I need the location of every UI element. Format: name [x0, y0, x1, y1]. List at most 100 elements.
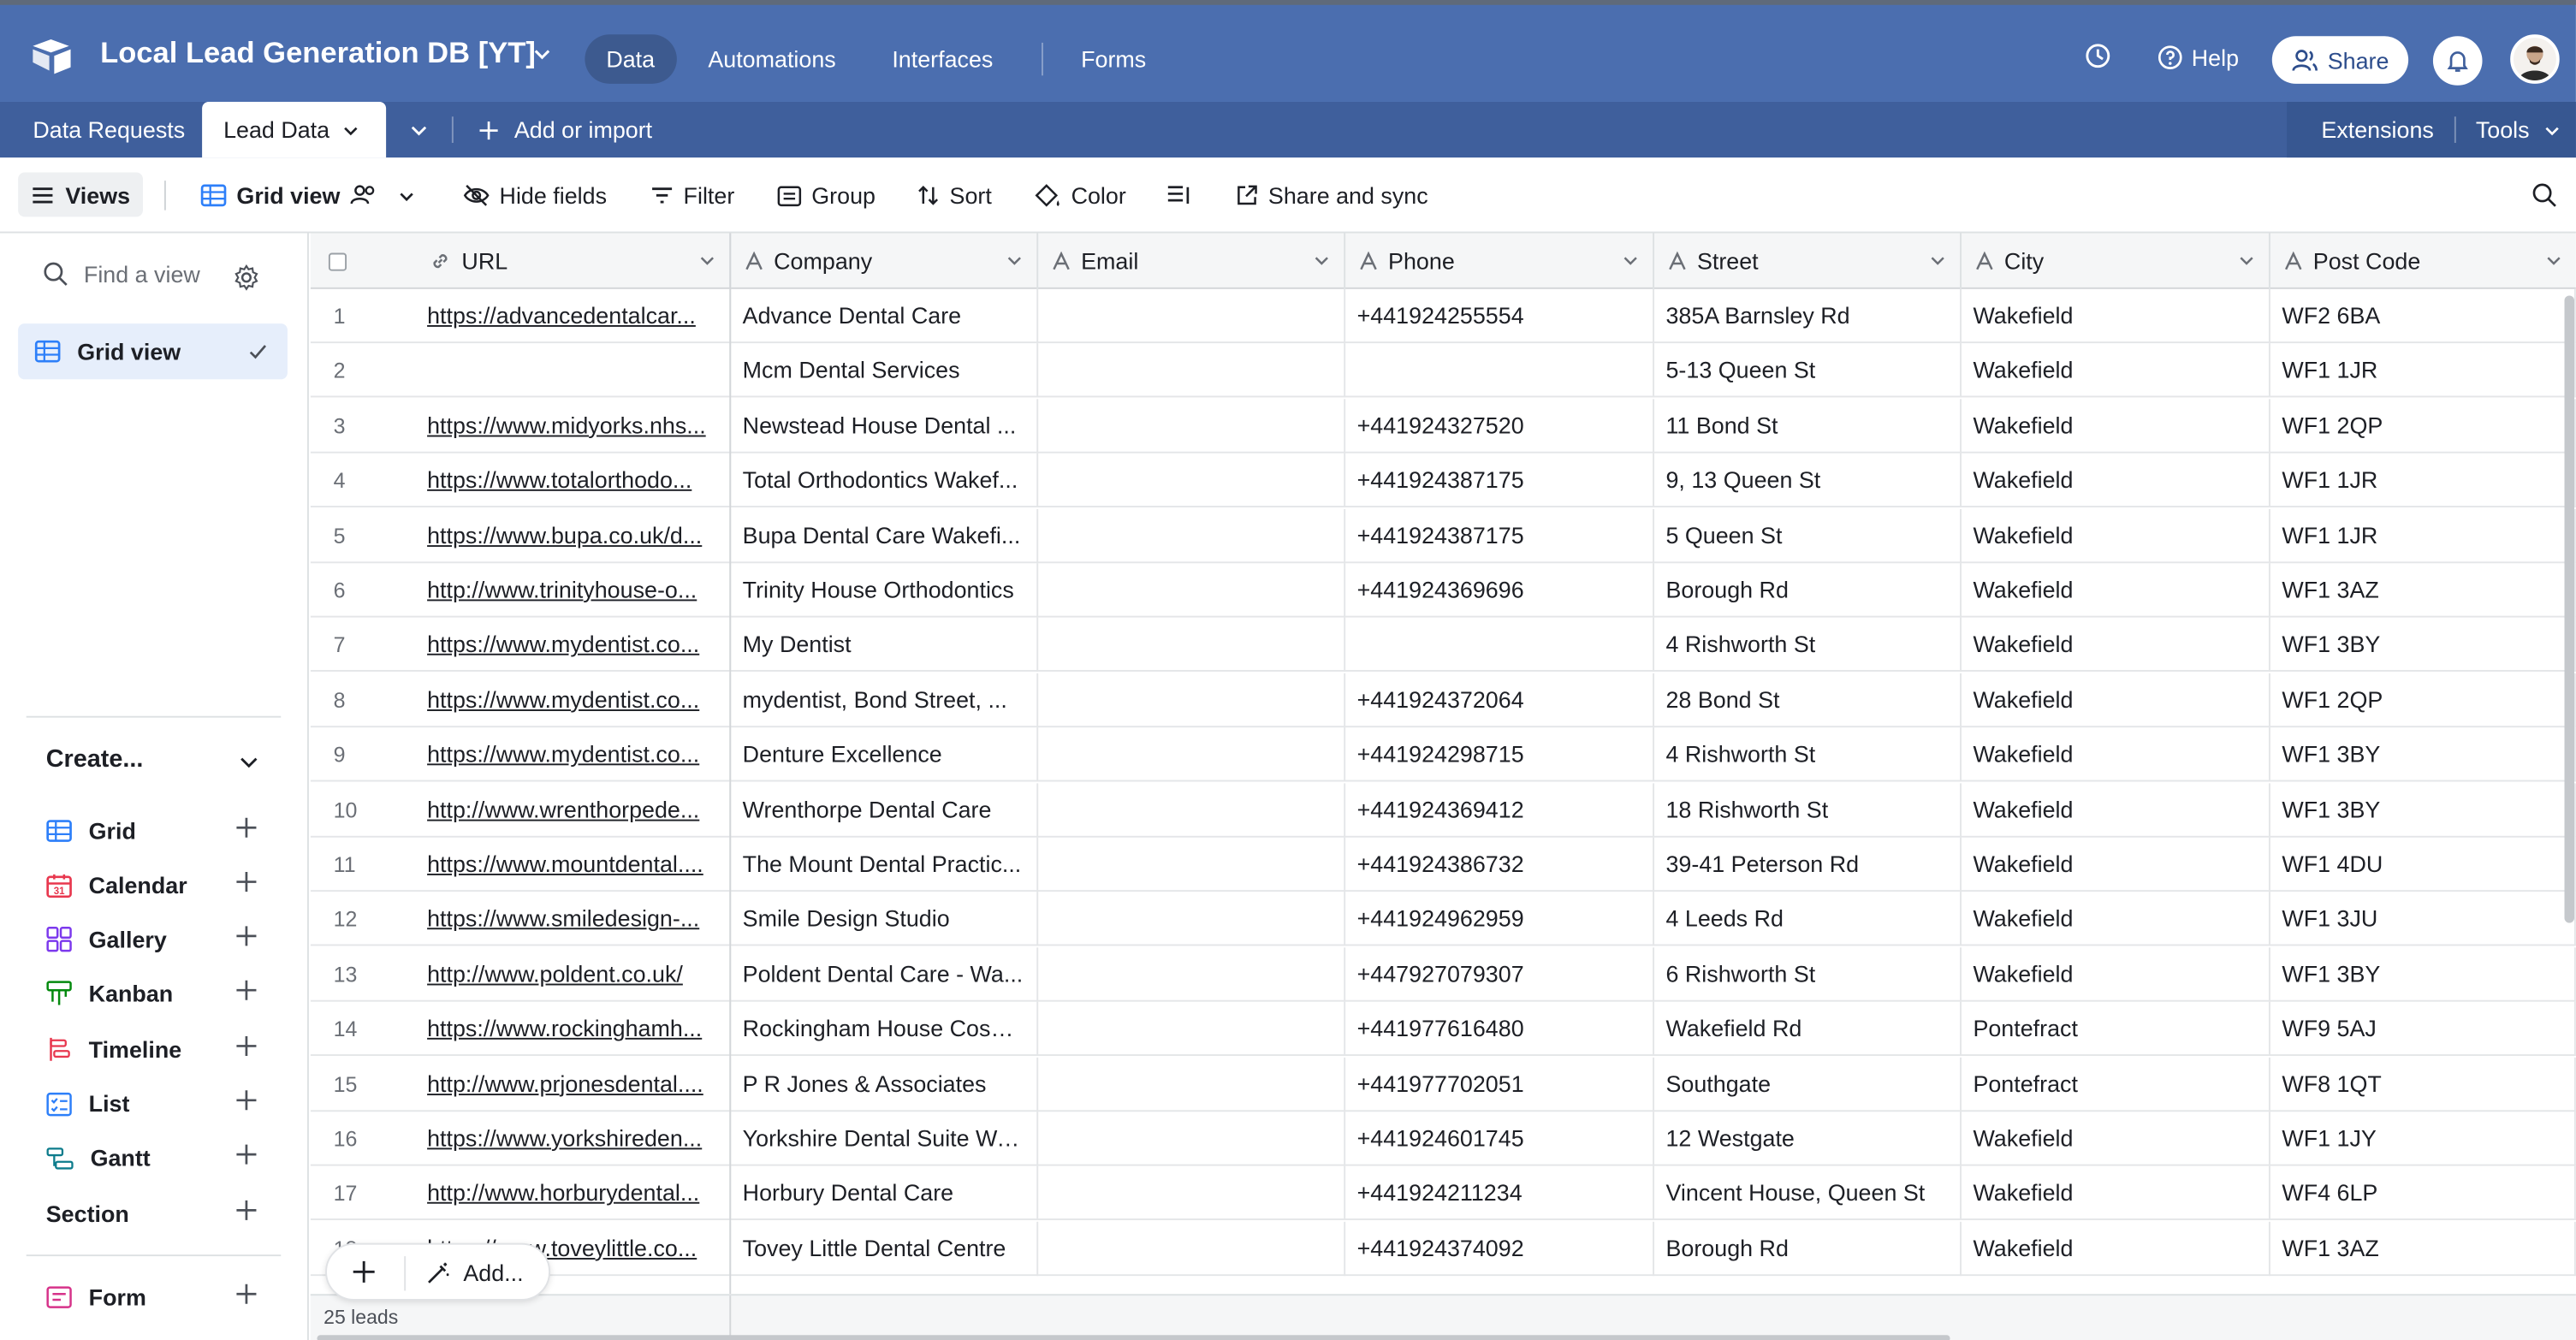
horizontal-scrollbar[interactable]	[317, 1335, 1950, 1340]
cell-post-code[interactable]: WF1 3JU	[2270, 892, 2576, 947]
cell-street[interactable]: 5 Queen St	[1654, 508, 1962, 563]
nav-interfaces[interactable]: Interfaces	[870, 34, 1014, 84]
cell-email[interactable]	[1038, 563, 1346, 618]
extensions-button[interactable]: Extensions	[2321, 102, 2433, 157]
cell-post-code[interactable]: WF4 6LP	[2270, 1166, 2576, 1221]
cell-post-code[interactable]: WF8 1QT	[2270, 1057, 2576, 1112]
avatar[interactable]	[2510, 34, 2560, 84]
cell-email[interactable]	[1038, 892, 1346, 947]
cell-company[interactable]: Mcm Dental Services	[731, 343, 1039, 399]
table-row[interactable]: 13 http://www.poldent.co.uk/Poldent Denta…	[310, 946, 2576, 1002]
column-header-company[interactable]: Company	[731, 233, 1039, 289]
cell-company[interactable]: My Dentist	[731, 618, 1039, 673]
cell-city[interactable]: Wakefield	[1962, 563, 2270, 618]
column-header-post-code[interactable]: Post Code	[2270, 234, 2576, 289]
nav-automations[interactable]: Automations	[686, 34, 857, 84]
cell-post-code[interactable]: WF1 3BY	[2270, 782, 2576, 837]
share-and-sync-button[interactable]: Share and sync	[1236, 175, 1428, 215]
color-button[interactable]: Color	[1035, 175, 1126, 215]
cell-city[interactable]: Pontefract	[1962, 1002, 2270, 1057]
table-row[interactable]: 14 https://www.rockinghamh... Rockingham H…	[310, 1002, 2576, 1057]
select-all-checkbox[interactable]	[328, 252, 347, 270]
cell-street[interactable]: 4 Rishworth St	[1654, 727, 1962, 782]
cell-phone[interactable]	[1345, 343, 1655, 399]
cell-url[interactable]: https://www.totalorthodo...	[416, 454, 732, 508]
cell-company[interactable]: Smile Design Studio	[731, 892, 1039, 947]
plus-icon[interactable]	[235, 1199, 258, 1222]
table-row[interactable]: 5 https://www.bupa.co.uk/d... Bupa Dental …	[310, 508, 2576, 563]
filter-button[interactable]: Filter	[650, 175, 734, 215]
sidebar-view-grid[interactable]: Grid view	[18, 323, 288, 380]
cell-city[interactable]: Wakefield	[1962, 1112, 2270, 1166]
cell-city[interactable]: Wakefield	[1962, 727, 2270, 782]
cell-phone[interactable]: +441924601745	[1345, 1112, 1655, 1166]
cell-url[interactable]: https://www.bupa.co.uk/d...	[416, 508, 732, 563]
cell-email[interactable]	[1038, 727, 1346, 782]
cell-street[interactable]: 39-41 Peterson Rd	[1654, 837, 1962, 892]
cell-post-code[interactable]: WF1 4DU	[2270, 837, 2576, 892]
create-gantt[interactable]: Gantt	[46, 1141, 151, 1174]
cell-street[interactable]: 4 Rishworth St	[1654, 618, 1962, 673]
all-tables-chevron-icon[interactable]	[409, 122, 429, 139]
hide-fields-button[interactable]: Hide fields	[463, 175, 607, 215]
cell-company[interactable]: Yorkshire Dental Suite Wa...	[731, 1112, 1039, 1166]
cell-company[interactable]: Trinity House Orthodontics	[731, 563, 1039, 618]
chevron-down-icon[interactable]	[532, 44, 552, 64]
chevron-down-icon[interactable]	[1929, 253, 1947, 270]
cell-url[interactable]: https://www.yorkshireden...	[416, 1112, 732, 1166]
cell-email[interactable]	[1038, 1057, 1346, 1112]
cell-phone[interactable]: +441924298715	[1345, 727, 1655, 782]
cell-email[interactable]	[1038, 343, 1346, 399]
cell-street[interactable]: 9, 13 Queen St	[1654, 454, 1962, 508]
cell-email[interactable]	[1038, 508, 1346, 563]
cell-phone[interactable]: +441924387175	[1345, 508, 1655, 563]
cell-company[interactable]: Denture Excellence	[731, 727, 1039, 782]
cell-email[interactable]	[1038, 1002, 1346, 1057]
cell-city[interactable]: Wakefield	[1962, 837, 2270, 892]
cell-post-code[interactable]: WF9 5AJ	[2270, 1002, 2576, 1057]
column-header-city[interactable]: City	[1962, 233, 2270, 289]
create-timeline[interactable]: Timeline	[46, 1033, 181, 1065]
cell-city[interactable]: Pontefract	[1962, 1057, 2270, 1112]
cell-street[interactable]: 11 Bond St	[1654, 398, 1962, 454]
column-header-email[interactable]: Email	[1038, 233, 1346, 289]
table-row[interactable]: 8 https://www.mydentist.co... mydentist, B…	[310, 673, 2576, 727]
table-row[interactable]: 12 https://www.smiledesign-... Smile Desig…	[310, 892, 2576, 947]
add-more-button[interactable]: Add...	[425, 1260, 524, 1286]
table-row[interactable]: 16 https://www.yorkshireden... Yorkshire D…	[310, 1112, 2576, 1166]
airtable-logo-icon[interactable]	[31, 36, 74, 75]
cell-city[interactable]: Wakefield	[1962, 1221, 2270, 1276]
chevron-down-icon[interactable]	[238, 752, 259, 772]
cell-phone[interactable]: +441924387175	[1345, 454, 1655, 508]
cell-post-code[interactable]: WF1 3AZ	[2270, 563, 2576, 618]
cell-email[interactable]	[1038, 1166, 1346, 1221]
cell-company[interactable]: Wrenthorpe Dental Care	[731, 782, 1039, 837]
cell-post-code[interactable]: WF1 3AZ	[2270, 1221, 2576, 1276]
chevron-down-icon[interactable]	[1622, 253, 1640, 270]
cell-post-code[interactable]: WF1 1JR	[2270, 454, 2576, 508]
tab-lead-data[interactable]: Lead Data	[202, 101, 387, 158]
plus-icon[interactable]	[235, 816, 258, 839]
cell-street[interactable]: Borough Rd	[1654, 563, 1962, 618]
cell-city[interactable]: Wakefield	[1962, 454, 2270, 508]
cell-city[interactable]: Wakefield	[1962, 946, 2270, 1002]
cell-company[interactable]: mydentist, Bond Street, ...	[731, 673, 1039, 727]
history-icon[interactable]	[2083, 41, 2113, 71]
nav-forms[interactable]: Forms	[1059, 34, 1167, 84]
column-header-street[interactable]: Street	[1654, 233, 1962, 289]
cell-city[interactable]: Wakefield	[1962, 398, 2270, 454]
cell-company[interactable]: Total Orthodontics Wakef...	[731, 454, 1039, 508]
share-button[interactable]: Share	[2271, 36, 2409, 84]
create-section[interactable]: Section	[46, 1197, 129, 1230]
table-row[interactable]: 3 https://www.midyorks.nhs... Newstead Hou…	[310, 398, 2576, 454]
cell-phone[interactable]: +441924386732	[1345, 837, 1655, 892]
table-row[interactable]: 9 https://www.mydentist.co... Denture Exce…	[310, 727, 2576, 782]
cell-street[interactable]: 18 Rishworth St	[1654, 782, 1962, 837]
cell-url[interactable]: https://www.midyorks.nhs...	[416, 398, 732, 454]
cell-post-code[interactable]: WF2 6BA	[2270, 288, 2576, 344]
create-grid[interactable]: Grid	[46, 815, 136, 847]
table-row[interactable]: 17 http://www.horburydental... Horbury Den…	[310, 1166, 2576, 1221]
cell-company[interactable]: Poldent Dental Care - Wa...	[731, 946, 1039, 1002]
cell-url[interactable]: http://www.horburydental...	[416, 1166, 732, 1221]
cell-phone[interactable]: +441924327520	[1345, 398, 1655, 454]
